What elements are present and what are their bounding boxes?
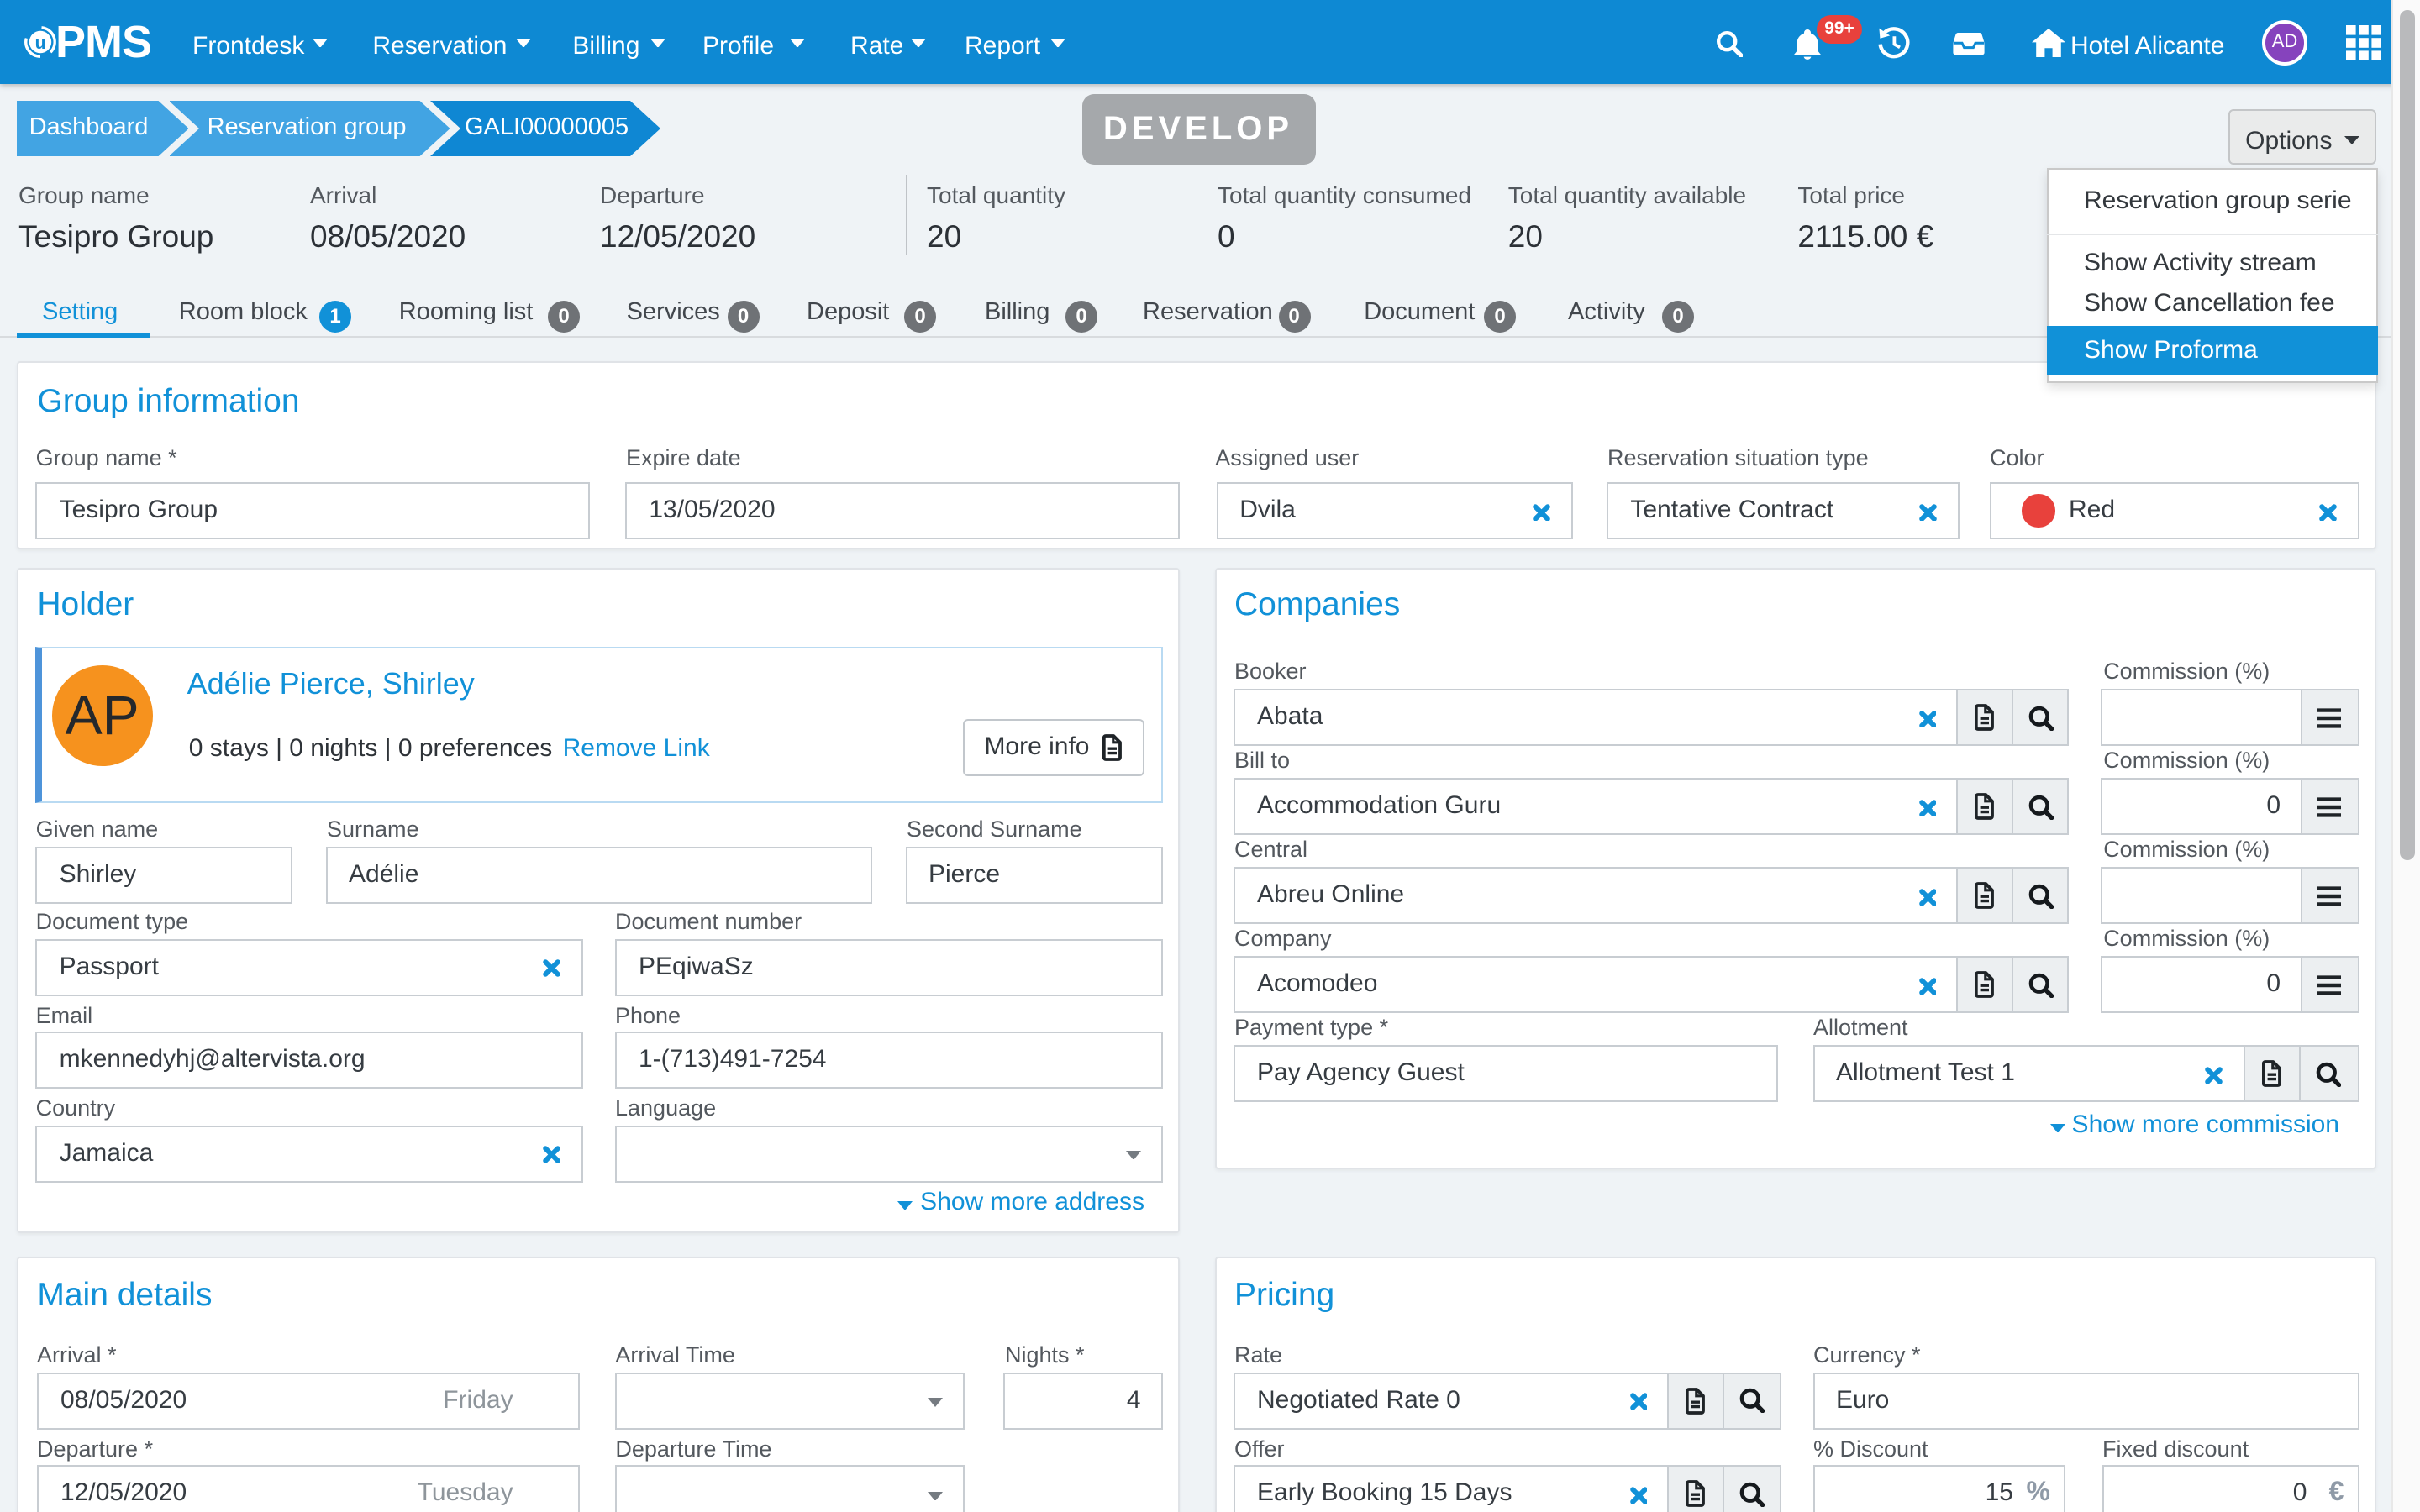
svg-text:u: u xyxy=(34,33,45,52)
